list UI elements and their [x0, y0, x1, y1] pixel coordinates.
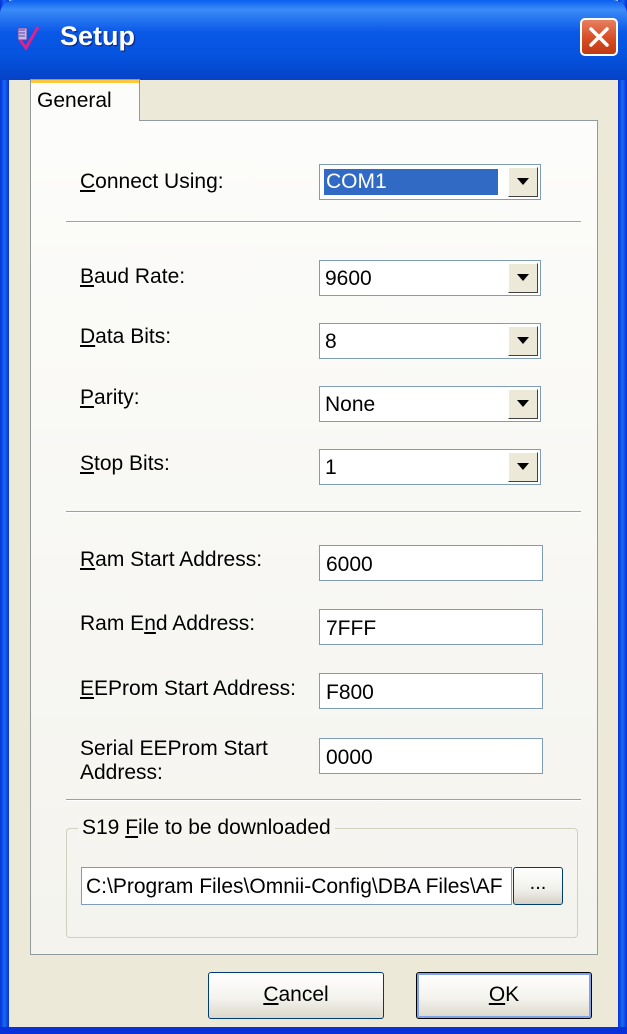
data-bits-dropdown-button[interactable]: [508, 326, 538, 356]
divider: [66, 799, 581, 801]
stop-bits-value: 1: [325, 456, 337, 479]
baud-rate-value: 9600: [325, 267, 372, 290]
ram-start-address-label: Ram Start Address:: [80, 548, 263, 571]
window-frame-bottom: [0, 1027, 627, 1034]
baud-rate-label: Baud Rate:: [80, 265, 186, 288]
tab-general-label: General: [37, 89, 112, 112]
connect-using-value: COM1: [324, 169, 498, 195]
data-bits-value: 8: [325, 330, 337, 353]
serial-eeprom-label-line2: Address:: [80, 761, 163, 784]
eeprom-start-address-label: EEProm Start Address:: [80, 677, 296, 700]
connect-using-dropdown-button[interactable]: [508, 167, 538, 197]
setup-dialog: Setup General Connect Using: COM1 Baud R…: [0, 0, 627, 1034]
parity-dropdown-button[interactable]: [508, 389, 538, 419]
baud-rate-dropdown-button[interactable]: [508, 263, 538, 293]
chevron-down-icon: [517, 337, 529, 344]
parity-label: Parity:: [80, 386, 140, 409]
serial-eeprom-start-address-input[interactable]: [320, 739, 542, 773]
chevron-down-icon: [517, 463, 529, 470]
ram-end-address-input[interactable]: [320, 610, 542, 644]
eeprom-start-address-input[interactable]: [320, 674, 542, 708]
ok-button[interactable]: OK: [416, 972, 592, 1019]
stop-bits-dropdown-button[interactable]: [508, 452, 538, 482]
connect-using-label: Connect Using:: [80, 170, 224, 193]
serial-eeprom-label-line1: Serial EEProm Start: [80, 737, 268, 760]
title-bar[interactable]: Setup: [0, 0, 627, 80]
eeprom-start-address-field[interactable]: [319, 673, 543, 709]
ram-end-address-label: Ram End Address:: [80, 612, 256, 635]
stop-bits-label: Stop Bits:: [80, 452, 170, 475]
tab-highlight: [31, 80, 139, 83]
ram-start-address-input[interactable]: [320, 546, 542, 580]
parity-select[interactable]: None: [319, 386, 541, 422]
stop-bits-select[interactable]: 1: [319, 449, 541, 485]
data-bits-label: Data Bits:: [80, 325, 172, 348]
chevron-down-icon: [517, 178, 529, 185]
parity-value: None: [325, 393, 376, 416]
browse-button[interactable]: ...: [513, 867, 563, 905]
tab-general[interactable]: General: [30, 79, 140, 121]
s19-file-path-input[interactable]: [82, 868, 511, 904]
close-icon: [589, 27, 609, 47]
window-title: Setup: [60, 21, 136, 51]
connect-using-select[interactable]: COM1: [319, 164, 541, 200]
s19-file-group-title: S19 File to be downloaded: [78, 816, 335, 840]
data-bits-select[interactable]: 8: [319, 323, 541, 359]
ram-start-address-field[interactable]: [319, 545, 543, 581]
chevron-down-icon: [517, 400, 529, 407]
serial-eeprom-start-address-field[interactable]: [319, 738, 543, 774]
window-frame-left: [0, 0, 9, 1034]
app-icon: [16, 24, 42, 52]
divider: [66, 221, 581, 223]
window-frame-right: [618, 0, 627, 1034]
close-button[interactable]: [580, 18, 618, 56]
chevron-down-icon: [517, 274, 529, 281]
serial-eeprom-start-address-label: Serial EEProm Start Address:: [80, 737, 268, 785]
divider: [66, 511, 581, 513]
baud-rate-select[interactable]: 9600: [319, 260, 541, 296]
ram-end-address-field[interactable]: [319, 609, 543, 645]
s19-file-path-field[interactable]: [81, 867, 512, 905]
cancel-button[interactable]: Cancel: [208, 972, 384, 1019]
